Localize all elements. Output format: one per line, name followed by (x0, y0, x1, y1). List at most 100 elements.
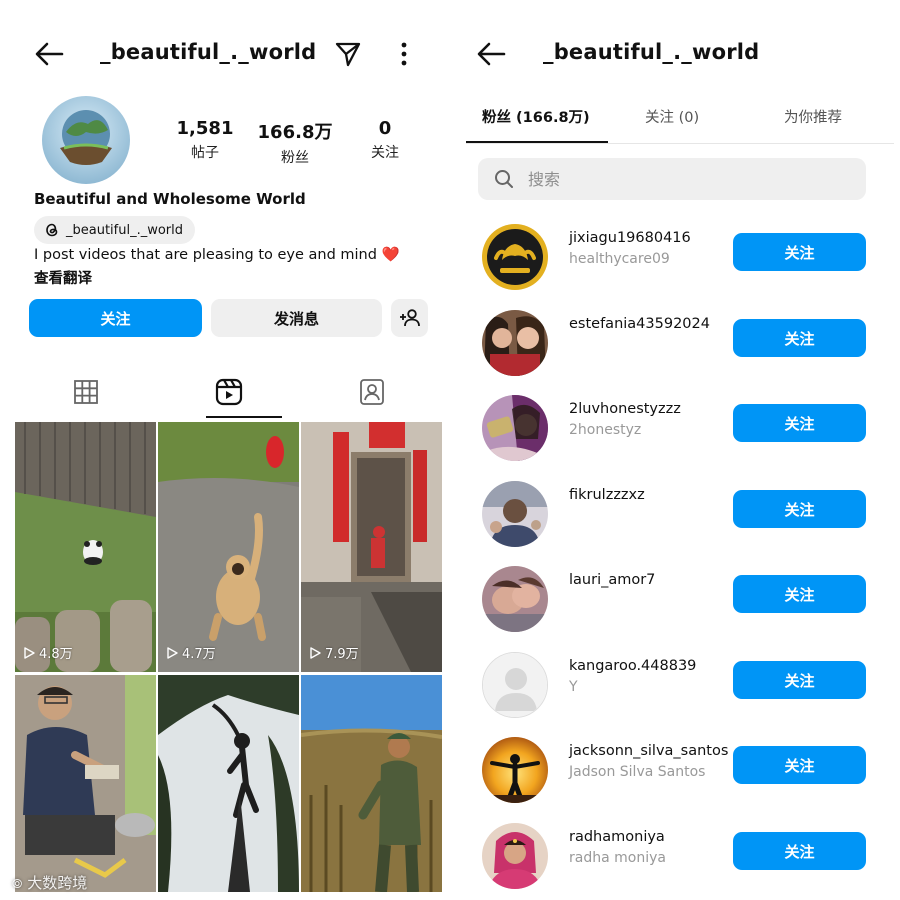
message-button[interactable]: 发消息 (211, 299, 382, 337)
profile-content-tabs (15, 372, 442, 420)
tab-followers[interactable]: 粉丝 (166.8万) (482, 106, 590, 127)
follow-button[interactable]: 关注 (733, 490, 866, 528)
follow-button[interactable]: 关注 (733, 404, 866, 442)
posts-stat[interactable]: 1,581 帖子 (165, 118, 245, 167)
avatar[interactable] (482, 481, 548, 547)
send-icon[interactable] (334, 40, 362, 68)
follower-username[interactable]: estefania43592024 (569, 316, 710, 332)
play-icon (24, 646, 35, 659)
threads-handle: _beautiful_._world (66, 222, 184, 238)
reel-thumbnail[interactable]: 4.8万 (15, 422, 156, 672)
follower-fullname: healthycare09 (569, 251, 670, 267)
follow-button[interactable]: 关注 (733, 746, 866, 784)
following-stat[interactable]: 0 关注 (345, 118, 425, 167)
threads-badge[interactable]: _beautiful_._world (34, 216, 196, 244)
avatar[interactable] (482, 310, 548, 376)
posts-count: 1,581 (176, 118, 234, 139)
search-input[interactable] (528, 169, 828, 189)
play-icon (310, 646, 321, 659)
profile-header: _beautiful_._world (0, 28, 450, 78)
view-count-text: 4.8万 (39, 647, 73, 662)
follower-row[interactable]: jacksonn_silva_santos Jadson Silva Santo… (478, 731, 878, 811)
back-arrow-icon[interactable] (34, 40, 66, 68)
tabs-divider (466, 143, 894, 144)
watermark-text: 大数跨境 (27, 874, 88, 892)
follower-row[interactable]: jixiagu19680416 healthycare09 关注 (478, 218, 878, 298)
bio-line: I post videos that are pleasing to eye a… (34, 247, 377, 263)
follower-row[interactable]: lauri_amor7 关注 (478, 560, 878, 640)
profile-username: _beautiful_._world (100, 40, 317, 64)
active-tab-indicator (466, 141, 608, 143)
follower-username[interactable]: jacksonn_silva_santos (569, 743, 728, 759)
follower-username[interactable]: 2luvhonestyzzz (569, 401, 681, 417)
posts-label: 帖子 (191, 145, 219, 161)
followers-stat[interactable]: 166.8万 粉丝 (255, 118, 335, 167)
follower-fullname: radha moniya (569, 850, 666, 866)
display-name: Beautiful and Wholesome World (34, 190, 306, 208)
follow-button[interactable]: 关注 (733, 233, 866, 271)
avatar[interactable] (482, 823, 548, 889)
reel-thumbnail[interactable]: 7.9万 (301, 422, 442, 672)
view-count: 7.9万 (309, 643, 359, 662)
follow-button[interactable]: 关注 (733, 661, 866, 699)
followers-tabs: 粉丝 (166.8万) 关注 (0) 为你推荐 (458, 100, 894, 144)
watermark: ⦾ 大数跨境 (12, 872, 87, 893)
follow-button[interactable]: 关注 (733, 319, 866, 357)
view-count-text: 4.7万 (182, 647, 216, 662)
follower-username[interactable]: jixiagu19680416 (569, 230, 691, 246)
follower-username[interactable]: lauri_amor7 (569, 572, 655, 588)
add-person-icon (399, 309, 420, 327)
bio-text: I post videos that are pleasing to eye a… (34, 246, 400, 263)
heart-emoji: ❤️ (381, 247, 400, 263)
view-count: 4.7万 (166, 643, 216, 662)
follower-row[interactable]: 2luvhonestyzzz 2honestyz 关注 (478, 389, 878, 469)
followers-header: _beautiful_._world (450, 28, 900, 78)
active-tab-indicator (206, 416, 282, 418)
reels-grid: 4.8万 4.7万 7.9万 (15, 422, 442, 892)
profile-stats: 1,581 帖子 166.8万 粉丝 0 关注 (160, 118, 430, 167)
follower-row[interactable]: estefania43592024 关注 (478, 304, 878, 384)
grid-icon[interactable] (70, 376, 102, 408)
back-arrow-icon[interactable] (476, 40, 508, 68)
follower-row[interactable]: radhamoniya radha moniya 关注 (478, 817, 878, 897)
reel-thumbnail[interactable] (158, 675, 299, 892)
reels-icon[interactable] (213, 376, 245, 408)
follower-fullname: Y (569, 679, 578, 695)
add-person-button[interactable] (391, 299, 428, 337)
view-count-text: 7.9万 (325, 647, 359, 662)
avatar[interactable] (482, 395, 548, 461)
tagged-icon[interactable] (356, 376, 388, 408)
followers-label: 粉丝 (281, 150, 309, 166)
reel-thumbnail[interactable] (15, 675, 156, 892)
reel-thumbnail[interactable]: 4.7万 (158, 422, 299, 672)
profile-avatar[interactable] (42, 96, 130, 184)
following-count: 0 (378, 118, 392, 139)
search-icon (495, 170, 513, 188)
avatar[interactable] (482, 224, 548, 290)
reel-thumbnail[interactable] (301, 675, 442, 892)
default-avatar-icon[interactable] (482, 652, 548, 718)
follower-row[interactable]: kangaroo.448839 Y 关注 (478, 646, 878, 726)
follower-username[interactable]: radhamoniya (569, 829, 665, 845)
follower-fullname: Jadson Silva Santos (569, 764, 706, 780)
see-translation-link[interactable]: 查看翻译 (34, 267, 92, 288)
tab-suggested[interactable]: 为你推荐 (784, 106, 842, 127)
follow-button[interactable]: 关注 (29, 299, 202, 337)
tab-following[interactable]: 关注 (0) (645, 106, 699, 127)
avatar[interactable] (482, 566, 548, 632)
follower-username[interactable]: fikrulzzzxz (569, 487, 645, 503)
search-bar[interactable] (478, 158, 866, 200)
following-label: 关注 (371, 145, 399, 161)
follower-username[interactable]: kangaroo.448839 (569, 658, 696, 674)
follow-button[interactable]: 关注 (733, 575, 866, 613)
follower-fullname: 2honestyz (569, 422, 642, 438)
followers-page-username: _beautiful_._world (543, 40, 760, 64)
followers-count: 166.8万 (257, 122, 333, 143)
follower-row[interactable]: fikrulzzzxz 关注 (478, 475, 878, 555)
follow-button[interactable]: 关注 (733, 832, 866, 870)
avatar[interactable] (482, 737, 548, 803)
watermark-logo-icon: ⦾ (12, 877, 23, 892)
threads-icon (46, 223, 58, 237)
profile-panel: _beautiful_._world 1,581 帖子 166.8万 粉丝 0 … (0, 0, 450, 900)
more-vertical-icon[interactable] (396, 40, 412, 68)
